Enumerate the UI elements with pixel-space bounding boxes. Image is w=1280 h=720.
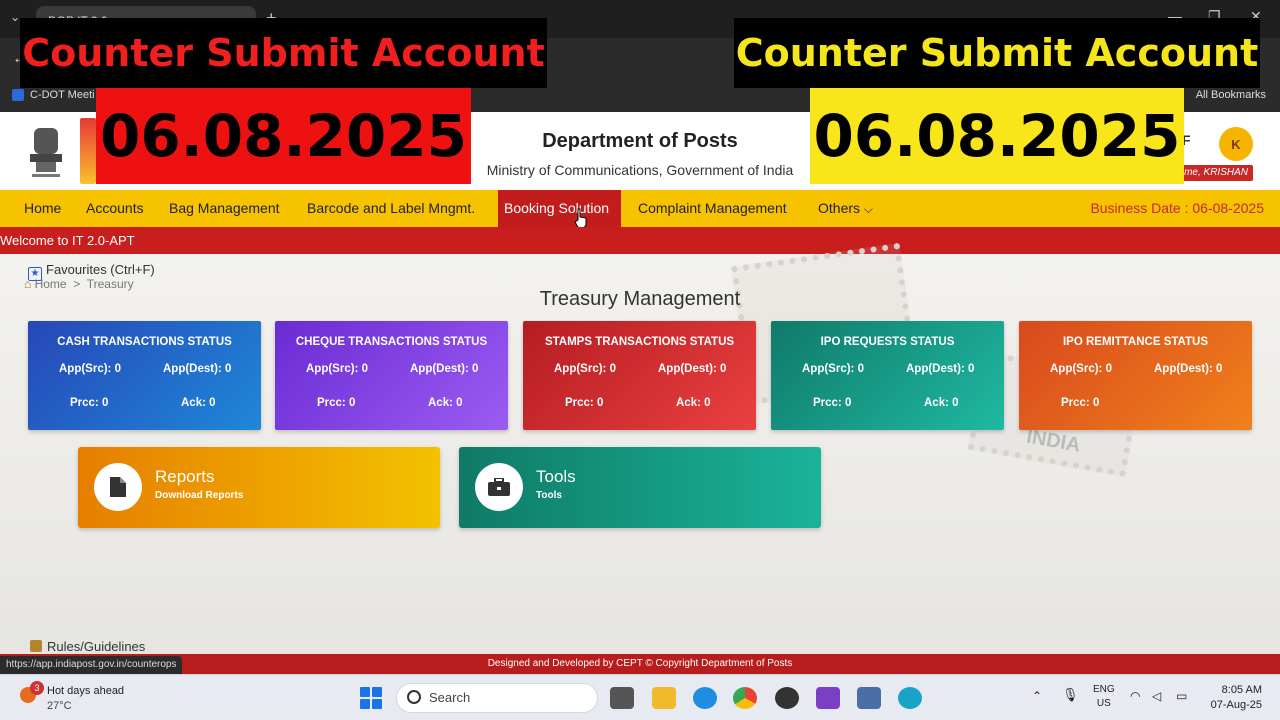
card-app-src: App(Src): 0 <box>59 363 121 375</box>
obs-icon[interactable] <box>775 687 799 709</box>
file-explorer-icon[interactable] <box>652 687 676 709</box>
card-prcc: Prcc: 0 <box>1061 397 1100 409</box>
main-content: INDIA ★ Favourites (Ctrl+F) ⌂ Home > Trea… <box>0 242 1280 654</box>
card-ack: Ack: 0 <box>676 397 711 409</box>
edge-icon[interactable] <box>693 687 717 709</box>
status-url: https://app.indiapost.gov.in/counterops <box>0 656 183 674</box>
overlay-date-left: 06.08.2025 <box>96 88 471 184</box>
chrome-icon[interactable] <box>733 687 757 709</box>
windows-start-icon[interactable] <box>360 687 382 709</box>
card-title: STAMPS TRANSACTIONS STATUS <box>544 336 735 348</box>
bookmark-favicon-icon <box>12 89 24 102</box>
reports-title: Reports <box>155 467 215 486</box>
region-code: US <box>1096 698 1111 709</box>
main-nav: Home Accounts Bag Management Barcode and… <box>0 190 1280 227</box>
system-clock[interactable]: 8:05 AM 07-Aug-25 <box>1211 683 1262 713</box>
card-title: IPO REQUESTS STATUS <box>820 336 955 348</box>
reports-tile[interactable]: Reports Download Reports <box>78 447 440 528</box>
tools-subtitle: Tools <box>536 490 562 501</box>
site-footer: Designed and Developed by CEPT © Copyrig… <box>0 654 1280 674</box>
overlay-title-right: Counter Submit Account <box>734 18 1260 88</box>
nav-complaint-management[interactable]: Complaint Management <box>632 190 793 227</box>
calculator-icon[interactable] <box>857 687 881 709</box>
rules-guidelines-link[interactable]: Rules/Guidelines <box>30 639 145 654</box>
clock-date: 07-Aug-25 <box>1210 699 1262 711</box>
search-placeholder: Search <box>429 690 471 705</box>
microphone-icon[interactable]: 🎙 <box>1062 687 1079 703</box>
card-app-dest: App(Dest): 0 <box>658 363 727 375</box>
card-prcc: Prcc: 0 <box>565 397 604 409</box>
nav-accounts[interactable]: Accounts <box>80 190 150 227</box>
card-ack: Ack: 0 <box>428 397 463 409</box>
edge-beta-icon[interactable] <box>898 687 922 709</box>
search-icon <box>407 690 421 704</box>
card-prcc: Prcc: 0 <box>70 397 109 409</box>
nav-barcode-label[interactable]: Barcode and Label Mngmt. <box>301 190 481 227</box>
weather-title: Hot days ahead <box>47 685 125 697</box>
nav-others[interactable]: Others ⌵ <box>812 190 879 227</box>
card-app-src: App(Src): 0 <box>1050 363 1112 375</box>
nav-bag-management[interactable]: Bag Management <box>163 190 286 227</box>
ipo-requests-card[interactable]: IPO REQUESTS STATUS App(Src): 0 App(Dest… <box>771 321 1004 430</box>
card-title: CHEQUE TRANSACTIONS STATUS <box>295 336 488 348</box>
ipo-remittance-card[interactable]: IPO REMITTANCE STATUS App(Src): 0 App(De… <box>1019 321 1252 430</box>
chevron-up-icon[interactable]: ⌃ <box>1032 689 1042 703</box>
nav-booking-solution[interactable]: Booking Solution <box>498 190 621 227</box>
windows-taskbar: 3 Hot days ahead 27°C Search ⌃ 🎙 ENG US … <box>0 674 1280 720</box>
bookmark-item[interactable]: C-DOT Meeti <box>12 89 95 102</box>
chevron-down-icon: ⌵ <box>863 202 874 216</box>
cash-transactions-card[interactable]: CASH TRANSACTIONS STATUS App(Src): 0 App… <box>28 321 261 430</box>
language-indicator[interactable]: ENG US <box>1093 683 1115 711</box>
card-ack: Ack: 0 <box>924 397 959 409</box>
card-app-src: App(Src): 0 <box>306 363 368 375</box>
language-code: ENG <box>1093 684 1115 695</box>
wifi-icon[interactable]: ◠ <box>1130 689 1140 703</box>
book-icon <box>30 640 42 652</box>
national-emblem-icon <box>30 128 62 177</box>
reports-subtitle: Download Reports <box>155 490 244 501</box>
card-prcc: Prcc: 0 <box>317 397 356 409</box>
document-icon <box>94 463 142 511</box>
nav-others-label: Others <box>818 200 861 216</box>
card-prcc: Prcc: 0 <box>813 397 852 409</box>
card-title: CASH TRANSACTIONS STATUS <box>57 336 232 348</box>
briefcase-icon <box>475 463 523 511</box>
tools-tile[interactable]: Tools Tools <box>459 447 821 528</box>
overlay-title-left: Counter Submit Account <box>20 18 547 88</box>
bookmark-label: C-DOT Meeti <box>30 89 95 101</box>
user-avatar[interactable]: K <box>1219 127 1253 161</box>
welcome-ticker: Welcome to IT 2.0-APT <box>0 227 1280 254</box>
clipchamp-icon[interactable] <box>816 687 840 709</box>
weather-temp: 27°C <box>47 700 72 712</box>
card-ack: Ack: 0 <box>181 397 216 409</box>
task-view-icon[interactable] <box>610 687 634 709</box>
all-bookmarks[interactable]: All Bookmarks <box>1196 89 1266 101</box>
tools-title: Tools <box>536 467 576 486</box>
business-date: Business Date : 06-08-2025 <box>1090 200 1264 216</box>
battery-icon[interactable]: ▭ <box>1176 689 1187 703</box>
card-app-dest: App(Dest): 0 <box>163 363 232 375</box>
volume-icon[interactable]: ◁ <box>1152 689 1161 703</box>
taskbar-search[interactable]: Search <box>396 683 598 713</box>
favourites-label: Favourites (Ctrl+F) <box>46 262 155 277</box>
overlay-date-right: 06.08.2025 <box>810 88 1184 184</box>
rules-label: Rules/Guidelines <box>47 639 146 654</box>
tab-search-icon[interactable]: ⌄ <box>10 10 20 24</box>
department-subtitle: Ministry of Communications, Government o… <box>486 162 794 178</box>
page-title: Treasury Management <box>539 288 741 310</box>
department-title: Department of Posts <box>542 130 738 152</box>
india-post-logo-icon <box>80 118 96 184</box>
card-app-dest: App(Dest): 0 <box>1154 363 1223 375</box>
cheque-transactions-card[interactable]: CHEQUE TRANSACTIONS STATUS App(Src): 0 A… <box>275 321 508 430</box>
card-app-src: App(Src): 0 <box>554 363 616 375</box>
card-app-dest: App(Dest): 0 <box>410 363 479 375</box>
card-app-dest: App(Dest): 0 <box>906 363 975 375</box>
card-title: IPO REMITTANCE STATUS <box>1062 336 1209 348</box>
card-app-src: App(Src): 0 <box>802 363 864 375</box>
nav-home[interactable]: Home <box>18 190 67 227</box>
stamps-transactions-card[interactable]: STAMPS TRANSACTIONS STATUS App(Src): 0 A… <box>523 321 756 430</box>
notification-badge: 3 <box>30 681 44 695</box>
clock-time: 8:05 AM <box>1221 684 1262 696</box>
